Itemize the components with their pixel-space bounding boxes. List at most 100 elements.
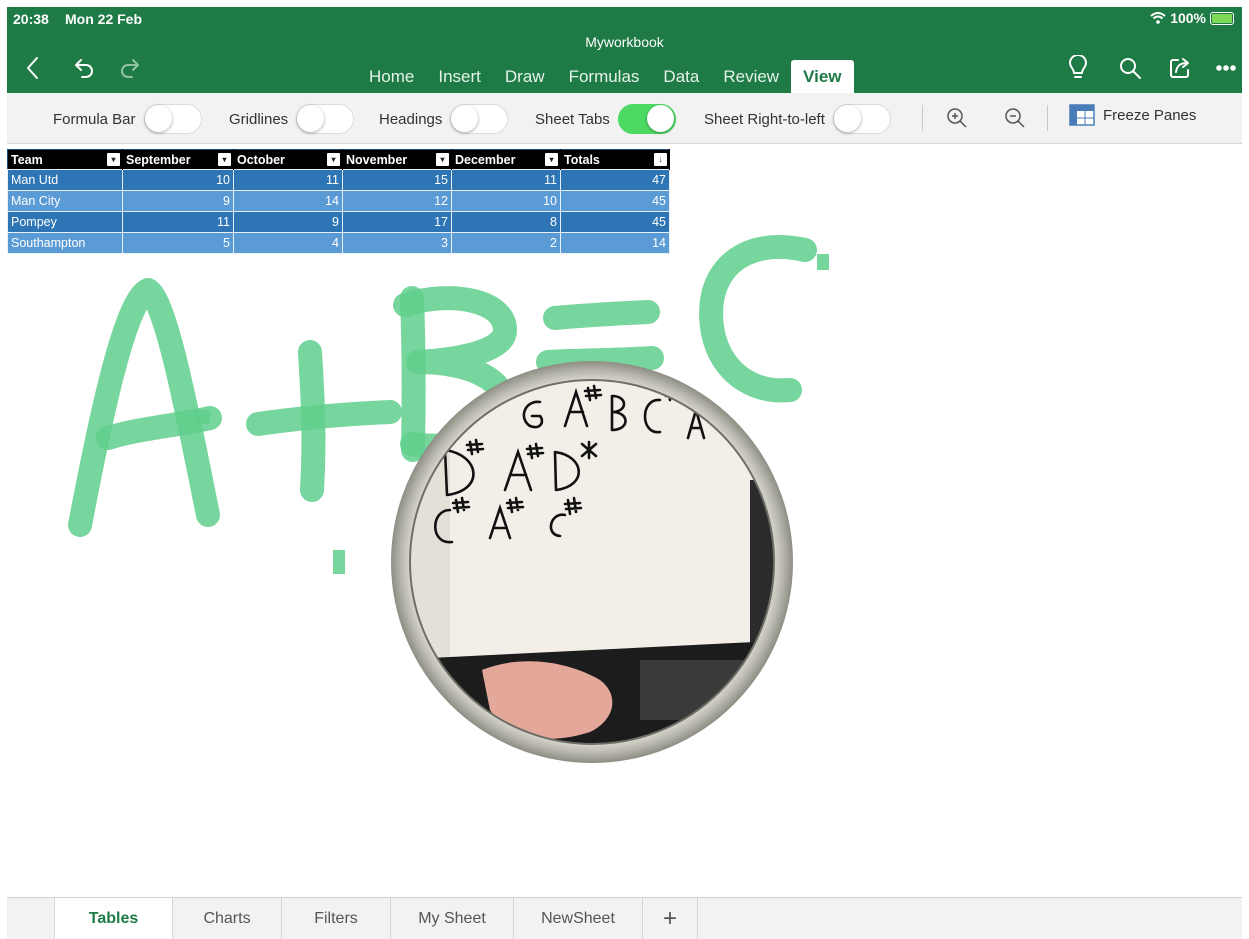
formula-bar-toggle[interactable] [143,104,202,134]
total-cell[interactable]: 14 [560,232,670,254]
frame-edge-right [1242,0,1249,938]
value-cell[interactable]: 15 [342,169,452,191]
tab-data[interactable]: Data [651,67,711,93]
value-cell[interactable]: 10 [122,169,234,191]
value-cell[interactable]: 11 [233,169,343,191]
ink-plus-horizontal [246,400,402,436]
ink-plus-vertical [298,340,326,502]
toolbar-divider [922,105,923,131]
camera-magnifier-view[interactable] [390,360,794,764]
status-indicators: 100% [1150,10,1234,26]
sheet-tab-my-sheet[interactable]: My Sheet [391,898,514,939]
zoom-in-icon[interactable] [943,104,971,132]
team-cell[interactable]: Man City [7,190,123,212]
value-cell[interactable]: 11 [451,169,561,191]
sheet-tabs-label: Sheet Tabs [535,110,610,128]
search-icon[interactable] [1115,53,1145,83]
zoom-out-icon[interactable] [1001,104,1029,132]
more-icon[interactable] [1211,53,1241,83]
value-cell[interactable]: 9 [122,190,234,212]
headings-option: Headings [379,104,509,134]
team-cell[interactable]: Man Utd [7,169,123,191]
table-row: Southampton 5 4 3 2 14 [7,232,670,254]
team-cell[interactable]: Southampton [7,232,123,254]
undo-icon[interactable] [69,53,99,83]
total-cell[interactable]: 45 [560,211,670,233]
share-icon[interactable] [1165,53,1195,83]
headings-toggle[interactable] [450,104,509,134]
ink-dot [196,410,210,424]
team-cell[interactable]: Pompey [7,211,123,233]
value-cell[interactable]: 14 [233,190,343,212]
formula-bar-label: Formula Bar [53,110,136,128]
battery-icon [1210,11,1234,25]
back-icon[interactable] [17,53,47,83]
column-header[interactable]: September ▾ [122,149,234,170]
value-cell[interactable]: 3 [342,232,452,254]
sort-descending-icon[interactable]: ↓ [654,153,667,166]
sheet-rtl-toggle[interactable] [832,104,891,134]
value-cell[interactable]: 12 [342,190,452,212]
sheet-rtl-label: Sheet Right-to-left [704,110,825,128]
sheet-tab-newsheet[interactable]: NewSheet [514,898,643,939]
add-sheet-button[interactable]: + [643,898,698,939]
column-header[interactable]: Totals ↓ [560,149,670,170]
gridlines-label: Gridlines [229,110,289,128]
filter-dropdown-icon[interactable]: ▾ [436,153,449,166]
table-row: Pompey 11 9 17 8 45 [7,211,670,233]
wifi-icon [1150,12,1166,24]
filter-dropdown-icon[interactable]: ▾ [545,153,558,166]
ink-letter-a [68,278,220,537]
document-title: Myworkbook [585,34,664,50]
sheet-tab-filters[interactable]: Filters [282,898,391,939]
filter-dropdown-icon[interactable]: ▾ [218,153,231,166]
sheet-tab-charts[interactable]: Charts [173,898,282,939]
ink-equals-top [543,300,660,330]
headings-label: Headings [379,110,443,128]
value-cell[interactable]: 5 [122,232,234,254]
ink-a-crossbar [96,406,222,450]
value-cell[interactable]: 10 [451,190,561,212]
freeze-panes-icon [1069,104,1095,126]
freeze-panes-label: Freeze Panes [1103,106,1197,124]
sheet-tab-spacer [7,898,55,939]
total-cell[interactable]: 47 [560,169,670,191]
column-header[interactable]: October ▾ [233,149,343,170]
tab-insert[interactable]: Insert [426,67,493,93]
column-header[interactable]: November ▾ [342,149,452,170]
table-row: Man Utd 10 11 15 11 47 [7,169,670,191]
value-cell[interactable]: 11 [122,211,234,233]
tab-view[interactable]: View [791,60,854,93]
sheet-tabs-toggle[interactable] [617,104,676,134]
table-header-row: Team ▾ September ▾ October ▾ November ▾ Dece… [7,149,670,170]
gridlines-option: Gridlines [229,104,355,134]
filter-dropdown-icon[interactable]: ▾ [107,153,120,166]
tab-draw[interactable]: Draw [493,67,557,93]
lightbulb-icon[interactable] [1063,53,1093,83]
data-table: Team ▾ September ▾ October ▾ November ▾ Dece… [7,149,670,254]
sheet-rtl-option: Sheet Right-to-left [704,104,891,134]
app-header: 20:38 Mon 22 Feb 100% Myworkbook Home In… [7,7,1242,93]
value-cell[interactable]: 2 [451,232,561,254]
filter-dropdown-icon[interactable]: ▾ [327,153,340,166]
tab-home[interactable]: Home [357,67,426,93]
tab-review[interactable]: Review [711,67,791,93]
column-header[interactable]: December ▾ [451,149,561,170]
ink-dot [333,550,345,574]
sheet-tabs-option: Sheet Tabs [535,104,676,134]
redo-icon[interactable] [115,53,145,83]
value-cell[interactable]: 4 [233,232,343,254]
ribbon-tabs: Home Insert Draw Formulas Data Review Vi… [357,57,854,93]
gridlines-toggle[interactable] [296,104,355,134]
value-cell[interactable]: 9 [233,211,343,233]
toolbar-divider [1047,105,1048,131]
view-toolbar: Formula Bar Gridlines Headings Sheet Tab… [7,93,1242,144]
tab-formulas[interactable]: Formulas [557,67,652,93]
total-cell[interactable]: 45 [560,190,670,212]
sheet-tab-tables[interactable]: Tables [55,898,173,939]
column-header[interactable]: Team ▾ [7,149,123,170]
value-cell[interactable]: 17 [342,211,452,233]
formula-bar-option: Formula Bar [53,104,202,134]
freeze-panes-button[interactable]: Freeze Panes [1069,104,1196,126]
value-cell[interactable]: 8 [451,211,561,233]
